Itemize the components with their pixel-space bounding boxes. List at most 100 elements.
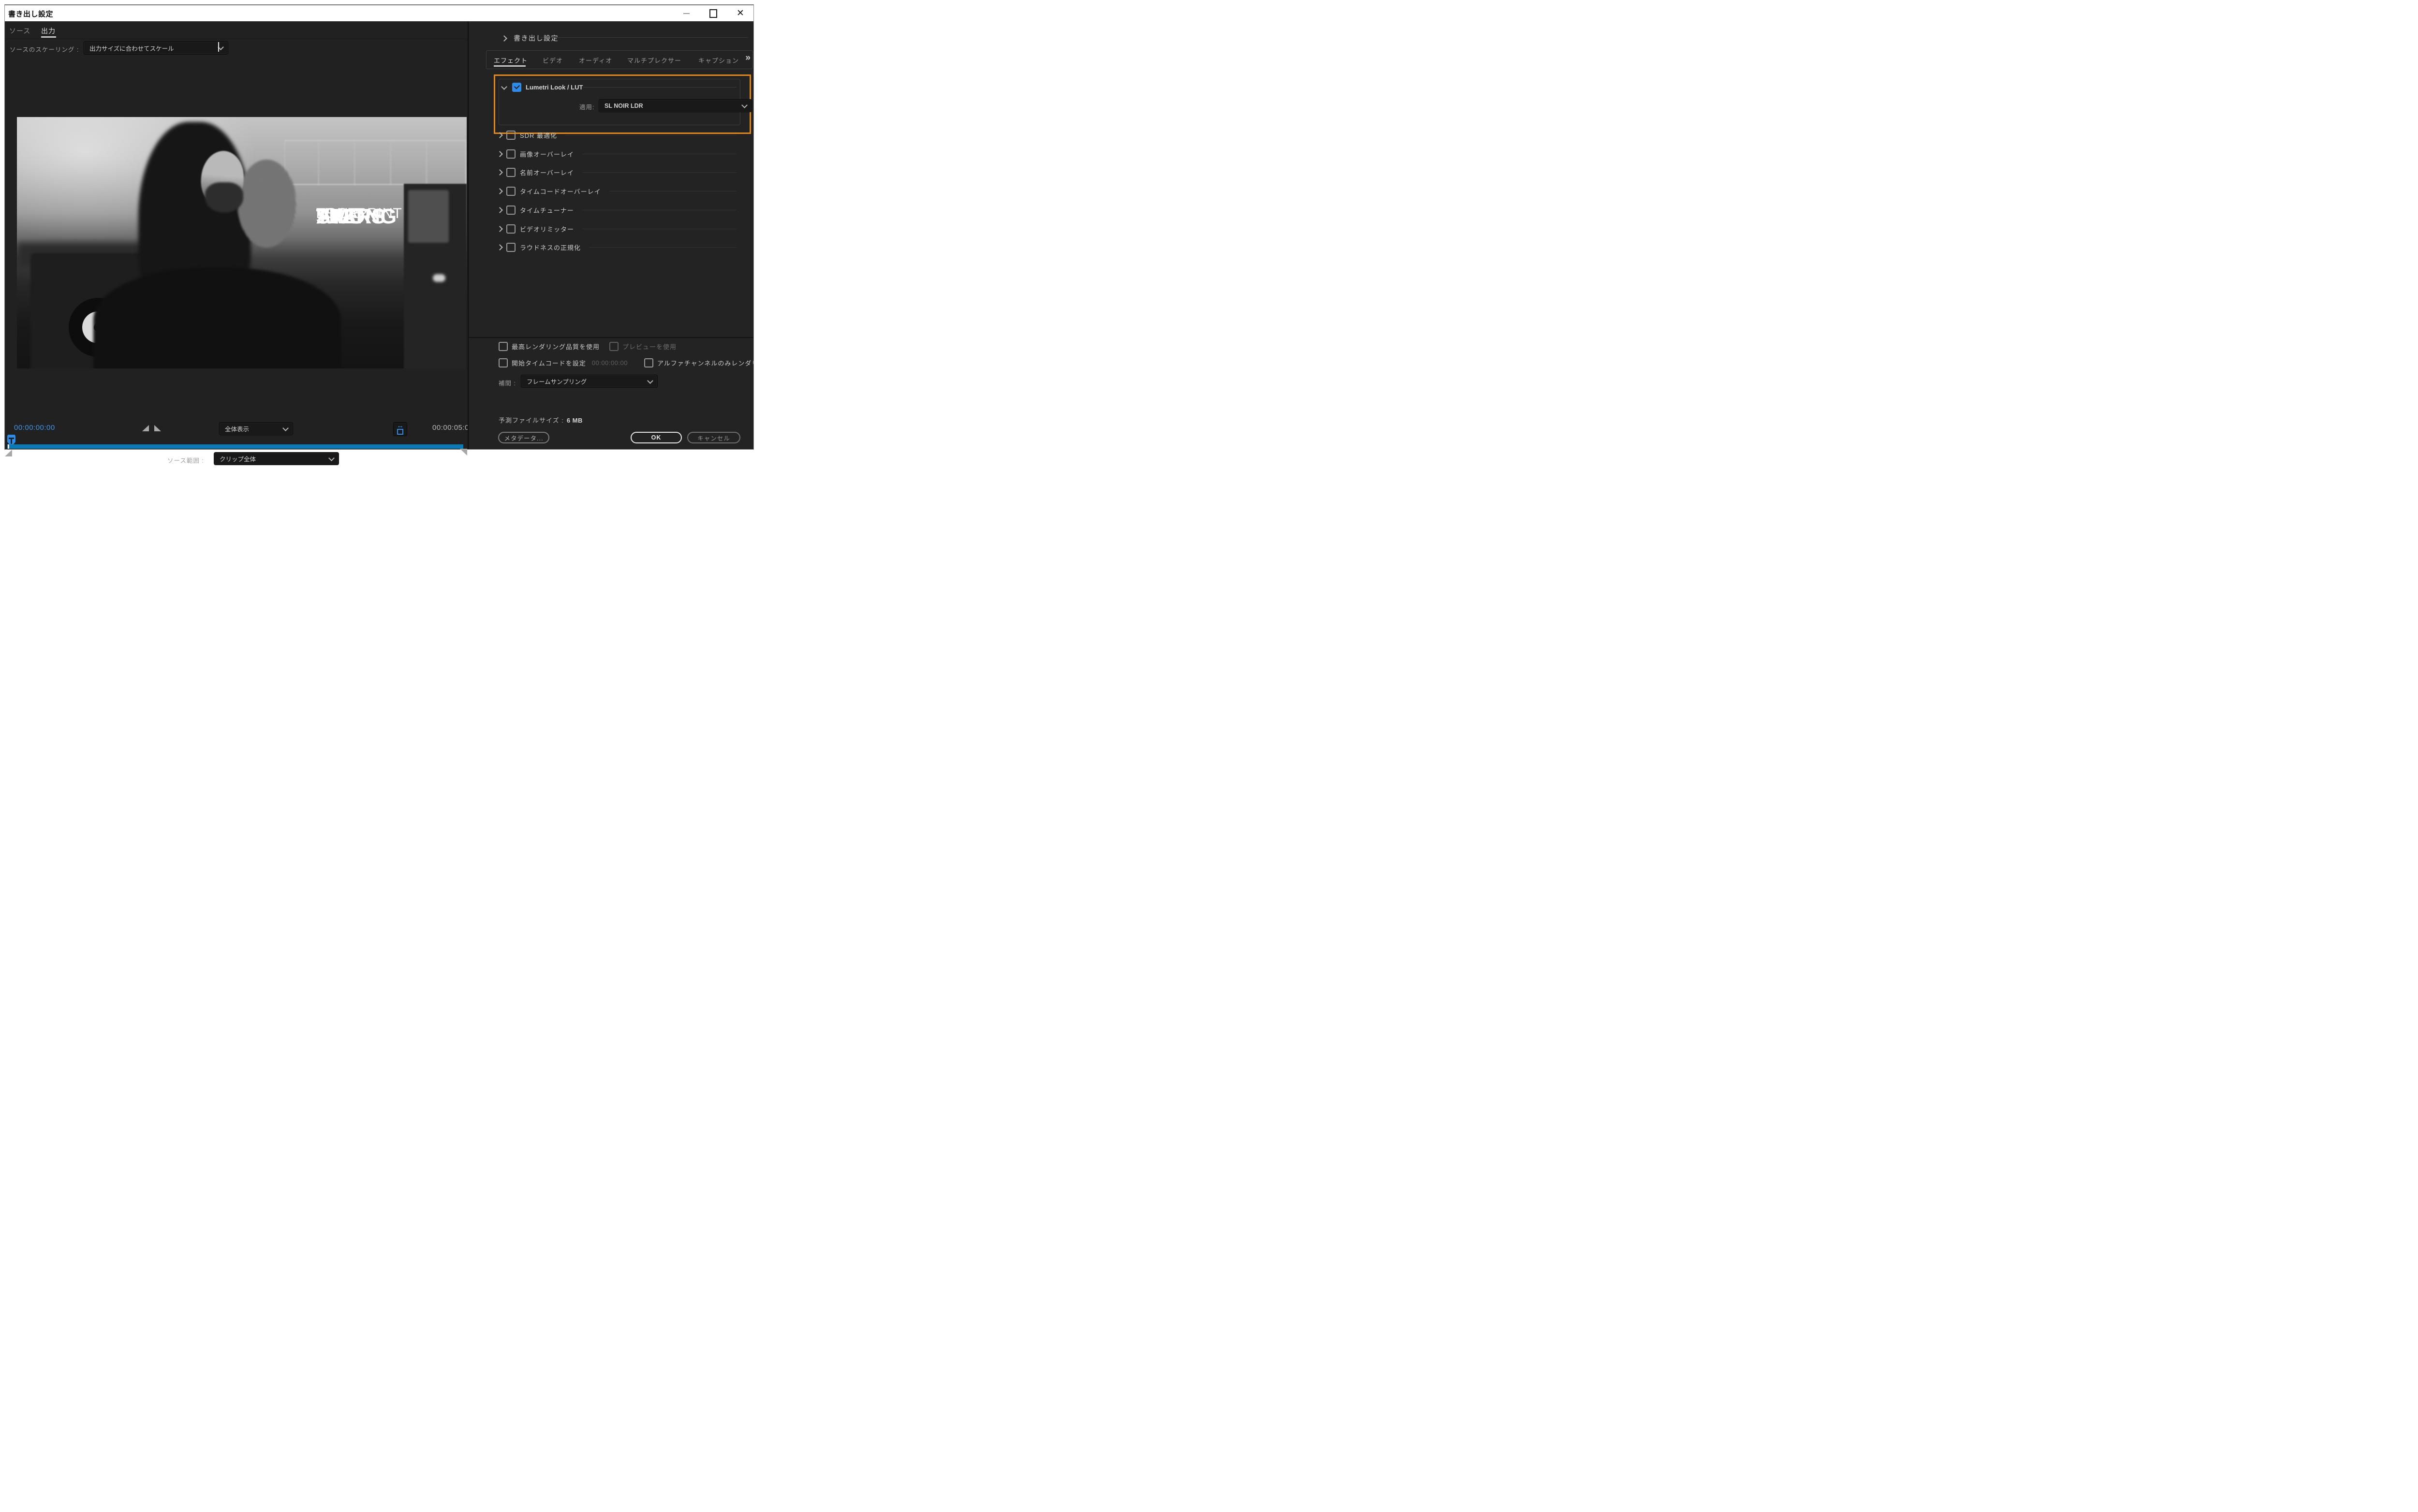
estimated-size-row: 予測ファイルサイズ :6 MB [499, 415, 583, 425]
timeline-scrubber[interactable] [7, 444, 463, 449]
effect-row[interactable]: ビデオリミッター [498, 223, 737, 235]
effect-label: ビデオリミッター [520, 224, 574, 234]
effect-checkbox[interactable] [506, 149, 516, 159]
effect-label: タイムコードオーバーレイ [520, 187, 601, 196]
settings-tab-strip: エフェクト ビデオ オーディオ マルチプレクサー キャプション » [486, 50, 753, 69]
fit-square-icon [397, 429, 403, 435]
options-divider [468, 337, 753, 338]
effect-rule [582, 172, 737, 173]
panel-splitter[interactable] [218, 42, 219, 52]
source-scaling-value: 出力サイズに合わせてスケール [89, 44, 174, 53]
tab-output-underline [41, 36, 56, 38]
effect-label: ラウドネスの正規化 [520, 243, 581, 252]
lumetri-header-row[interactable]: Lumetri Look / LUT [502, 83, 583, 92]
effect-row[interactable]: タイムコードオーバーレイ [498, 185, 737, 197]
scrubber-start-notch [8, 444, 9, 449]
aspect-ratio-correction-button[interactable]: ↔ [393, 422, 407, 436]
photo-man-jacket [93, 268, 341, 368]
export-settings-dialog: 書き出し設定 ✕ ソース 出力 ソースのスケーリング : 出力サイズに合わせてス… [4, 4, 754, 450]
work-area-start-handle[interactable] [5, 450, 12, 456]
source-range-select[interactable]: クリップ全体 [214, 452, 339, 465]
effect-label: SDR 最適化 [520, 131, 557, 140]
photo-fur-hood [237, 160, 296, 248]
chevron-right-icon[interactable] [497, 188, 503, 194]
lumetri-checkbox[interactable] [512, 83, 521, 92]
render-quality-checkbox[interactable] [499, 342, 508, 351]
minimize-button[interactable] [678, 5, 694, 21]
effect-label: 画像オーバーレイ [520, 149, 574, 159]
effect-row[interactable]: ラウドネスの正規化 [498, 241, 737, 253]
zoom-level-select[interactable]: 全体表示 [219, 422, 293, 435]
tab-multiplexer[interactable]: マルチプレクサー [627, 56, 681, 65]
effect-checkbox[interactable] [506, 243, 516, 252]
lut-value: SL NOIR LDR [604, 103, 643, 109]
maximize-icon [709, 9, 717, 18]
tab-output[interactable]: 出力 [41, 26, 56, 36]
start-timecode-checkbox[interactable] [499, 358, 508, 367]
estimated-size-value: 6 MB [567, 417, 583, 424]
photo-man-beard [205, 182, 243, 212]
chevron-right-icon[interactable] [497, 151, 503, 157]
effect-label: タイムチューナー [520, 206, 574, 215]
fit-width-icon: ↔ [397, 424, 404, 428]
effect-rule [589, 247, 737, 248]
cancel-button[interactable]: キャンセル [687, 432, 740, 443]
lumetri-label: Lumetri Look / LUT [526, 84, 583, 91]
dialog-title: 書き出し設定 [8, 9, 53, 19]
interpolation-select[interactable]: フレームサンプリング [521, 375, 658, 388]
effect-checkbox[interactable] [506, 224, 516, 234]
start-timecode-label: 開始タイムコードを設定 [512, 358, 586, 367]
out-point-marker[interactable] [154, 425, 161, 431]
overlay-line: STARS [316, 205, 385, 228]
source-scaling-select[interactable]: 出力サイズに合わせてスケール [84, 41, 228, 55]
chevron-right-icon[interactable] [497, 244, 503, 250]
tab-source[interactable]: ソース [9, 26, 30, 36]
minimize-icon [683, 13, 690, 14]
titlebar: 書き出し設定 ✕ [5, 5, 753, 21]
tab-video[interactable]: ビデオ [543, 56, 563, 65]
effect-row[interactable]: 名前オーバーレイ [498, 166, 737, 178]
interpolation-value: フレームサンプリング [527, 377, 587, 386]
interpolation-label: 補間 : [499, 378, 516, 387]
effect-checkbox[interactable] [506, 187, 516, 196]
playhead-pin-icon [11, 438, 12, 444]
in-point-marker[interactable] [142, 425, 149, 431]
photo-door-highlight [433, 274, 445, 282]
current-timecode[interactable]: 00:00:00:00 [14, 424, 55, 432]
work-area-end-handle[interactable] [460, 449, 467, 455]
effect-row[interactable]: SDR 最適化 [498, 129, 737, 141]
start-timecode-value: 00:00:00:00 [592, 359, 628, 367]
lut-select[interactable]: SL NOIR LDR [599, 99, 752, 112]
metadata-button[interactable]: メタデータ... [498, 432, 549, 443]
chevron-right-icon[interactable] [497, 169, 503, 176]
chevron-right-icon[interactable] [497, 132, 503, 138]
chevron-down-icon [282, 425, 289, 431]
alpha-only-checkbox[interactable] [644, 358, 653, 367]
chevron-right-icon[interactable] [497, 207, 503, 213]
maximize-button[interactable] [705, 5, 722, 21]
use-previews-label: プレビューを使用 [622, 342, 677, 351]
ok-button[interactable]: OK [631, 432, 682, 443]
photo-vehicle-window [408, 190, 449, 243]
effect-checkbox[interactable] [506, 168, 516, 177]
video-preview[interactable]: LEAVE YOUR FOOTPRINT AMONG THE STARS [17, 117, 467, 368]
effect-row[interactable]: タイムチューナー [498, 204, 737, 216]
source-scaling-label: ソースのスケーリング : [10, 44, 79, 54]
effect-checkbox[interactable] [506, 206, 516, 215]
zoom-level-value: 全体表示 [225, 424, 249, 433]
estimated-size-label: 予測ファイルサイズ : [499, 417, 564, 424]
tab-audio[interactable]: オーディオ [579, 56, 612, 65]
close-button[interactable]: ✕ [732, 5, 749, 21]
effect-row[interactable]: 画像オーバーレイ [498, 148, 737, 160]
export-settings-header[interactable]: 書き出し設定 [514, 33, 559, 43]
effect-checkbox[interactable] [506, 131, 516, 140]
header-rule [541, 37, 748, 38]
chevron-right-icon[interactable] [497, 226, 503, 232]
chevron-down-icon [501, 84, 507, 90]
tab-overflow-icon[interactable]: » [745, 53, 751, 63]
source-range-value: クリップ全体 [220, 454, 256, 463]
tab-captions[interactable]: キャプション [698, 56, 739, 65]
render-quality-label: 最高レンダリング品質を使用 [512, 342, 600, 351]
tab-effects[interactable]: エフェクト [494, 56, 528, 65]
lumetri-rule [583, 87, 737, 88]
